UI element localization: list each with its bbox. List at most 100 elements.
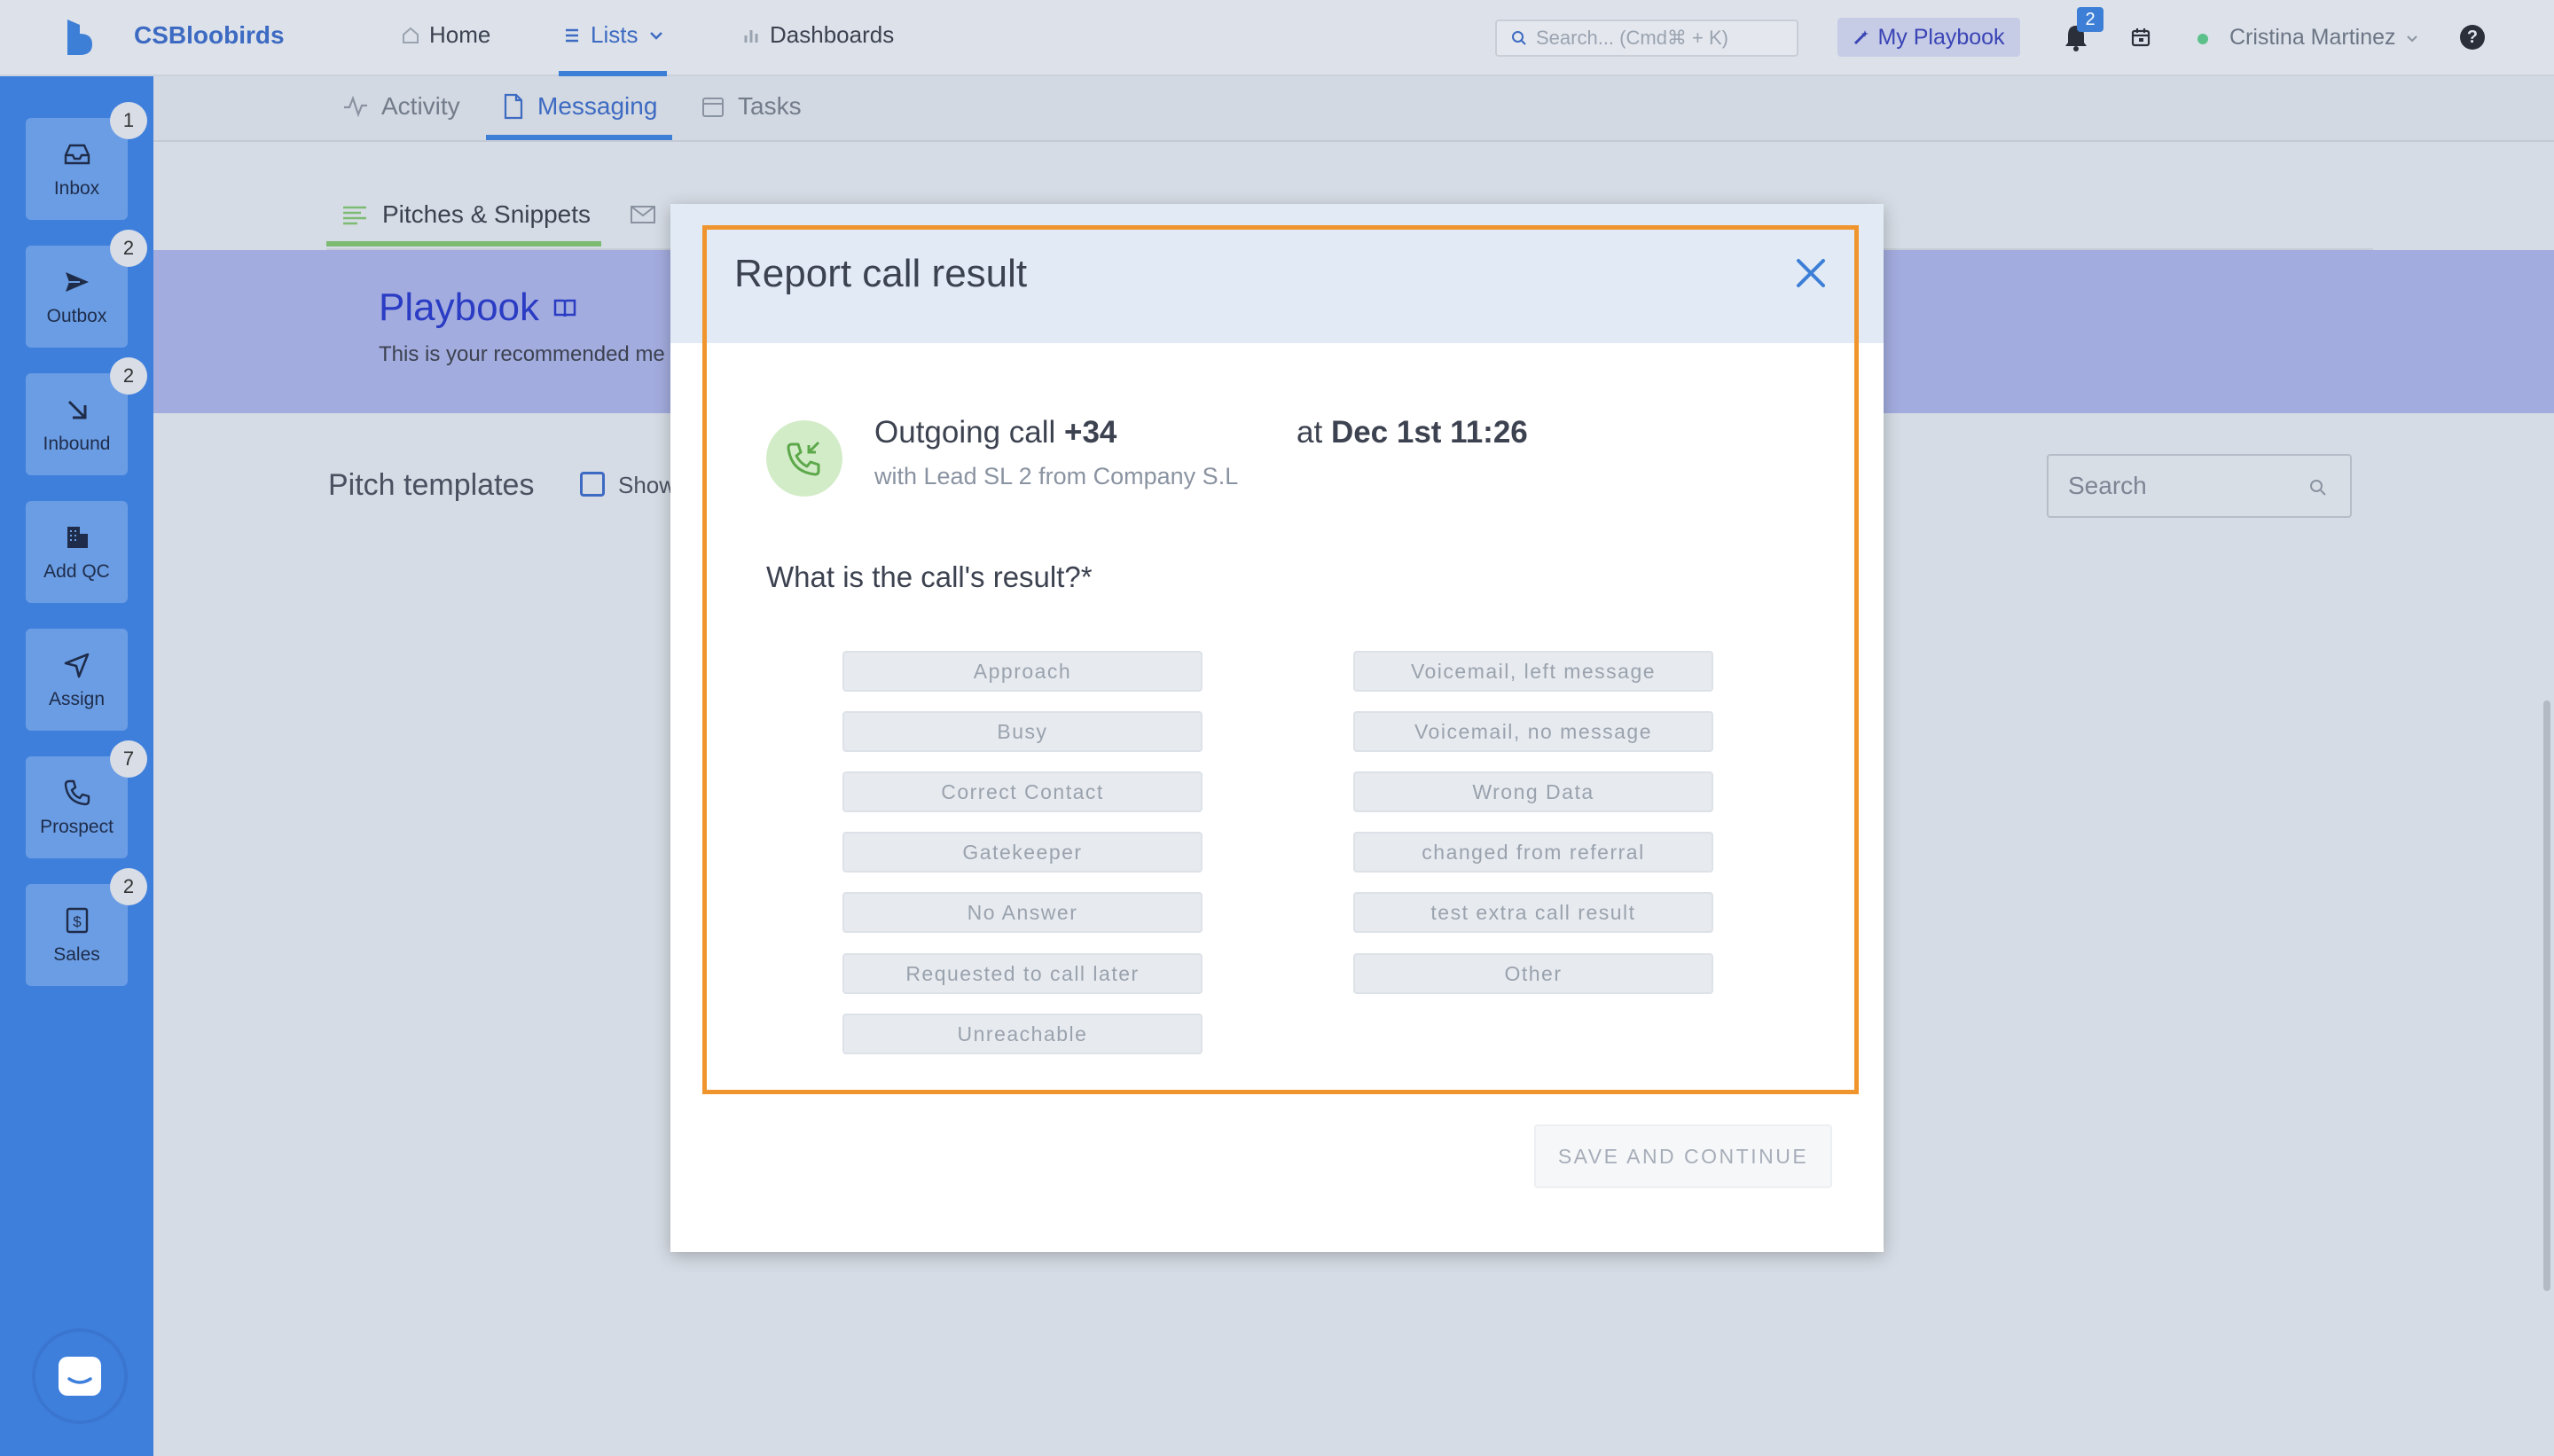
sidebar-item-inbox[interactable]: Inbox 1	[26, 102, 147, 220]
tab-messaging-label: Messaging	[537, 92, 658, 120]
sidebar-item-label: Sales	[53, 943, 100, 965]
chat-icon	[59, 1357, 101, 1396]
tab-pitches-snippets[interactable]: Pitches & Snippets	[341, 200, 591, 229]
sidebar-item-assign[interactable]: Assign	[26, 629, 128, 731]
result-gatekeeper-button[interactable]: Gatekeeper	[842, 832, 1203, 873]
sidebar-item-sales[interactable]: $ Sales 2	[26, 868, 147, 986]
page-scrollbar[interactable]	[2543, 701, 2550, 1291]
top-bar: CSBloobirds Home Lists Dashboards Search…	[0, 0, 2554, 76]
chat-launcher-button[interactable]	[32, 1328, 128, 1424]
call-number: +34	[1064, 415, 1117, 450]
help-icon[interactable]: ?	[2460, 25, 2485, 50]
result-other-button[interactable]: Other	[1353, 953, 1713, 994]
nav-dashboards[interactable]: Dashboards	[741, 21, 894, 49]
global-search-input[interactable]: Search... (Cmd⌘ + K)	[1495, 20, 1798, 57]
sidebar-badge: 2	[110, 357, 147, 395]
call-datetime: at Dec 1st 11:26	[1297, 415, 1528, 450]
sidebar-badge: 1	[110, 102, 147, 139]
nav-home[interactable]: Home	[401, 21, 490, 49]
playbook-title: Playbook	[379, 286, 576, 330]
incoming-call-icon	[766, 420, 842, 497]
calendar-icon[interactable]	[2130, 27, 2151, 48]
sidebar-badge: 2	[110, 230, 147, 267]
nav-lists-label: Lists	[591, 21, 638, 48]
bloobirds-logo-icon[interactable]	[62, 18, 98, 57]
arrow-down-right-icon	[67, 400, 86, 419]
bar-chart-icon	[744, 29, 758, 43]
search-icon	[2310, 480, 2326, 496]
dollar-icon: $	[66, 907, 88, 933]
tab-pitches-label: Pitches & Snippets	[382, 200, 591, 228]
global-search-placeholder: Search... (Cmd⌘ + K)	[1536, 27, 1729, 49]
tab-activity-label: Activity	[381, 92, 460, 120]
result-unreachable-button[interactable]: Unreachable	[842, 1014, 1203, 1054]
wand-icon	[1854, 30, 1869, 45]
sidebar-item-inbound[interactable]: Inbound 2	[26, 357, 147, 475]
svg-text:$: $	[73, 913, 82, 930]
sidebar-item-prospect[interactable]: Prospect 7	[26, 740, 147, 858]
tab-activity[interactable]: Activity	[342, 92, 460, 121]
home-icon	[403, 27, 419, 43]
brand-name[interactable]: CSBloobirds	[134, 21, 285, 50]
call-with-lead: with Lead SL 2 from Company S.L	[874, 463, 1239, 489]
call-at: at	[1297, 415, 1323, 450]
list-icon	[566, 28, 578, 42]
pitch-search-input[interactable]: Search	[2047, 454, 2352, 518]
result-call-later-button[interactable]: Requested to call later	[842, 953, 1203, 994]
mail-icon[interactable]	[630, 204, 656, 225]
result-voicemail-none-button[interactable]: Voicemail, no message	[1353, 711, 1713, 752]
pitch-search-placeholder: Search	[2068, 472, 2147, 499]
phone-icon	[64, 779, 90, 805]
tab-pitches-underline	[326, 241, 601, 247]
result-busy-button[interactable]: Busy	[842, 711, 1203, 752]
sidebar-item-label: Prospect	[40, 816, 114, 837]
calendar-icon	[702, 98, 724, 117]
result-wrong-data-button[interactable]: Wrong Data	[1353, 771, 1713, 812]
modal-title: Report call result	[734, 252, 1028, 295]
playbook-title-text: Playbook	[379, 286, 540, 329]
playbook-subtitle: This is your recommended me	[379, 342, 665, 366]
sidebar-item-label: Assign	[48, 688, 106, 709]
nav-home-label: Home	[429, 21, 491, 48]
result-changed-referral-button[interactable]: changed from referral	[1353, 832, 1713, 873]
nav-lists[interactable]: Lists	[562, 21, 666, 49]
user-menu[interactable]: Cristina Martinez	[2229, 25, 2419, 51]
tab-messaging[interactable]: Messaging	[502, 92, 657, 121]
chevron-down-icon	[650, 31, 663, 40]
tab-tasks[interactable]: Tasks	[701, 92, 802, 121]
chevron-down-icon	[2406, 35, 2417, 42]
result-correct-contact-button[interactable]: Correct Contact	[842, 771, 1203, 812]
sidebar-item-outbox[interactable]: Outbox 2	[26, 230, 147, 348]
tab-tasks-label: Tasks	[738, 92, 802, 120]
sidebar-item-add-qc[interactable]: Add QC	[26, 501, 128, 603]
tab-messaging-underline	[486, 135, 672, 140]
close-icon[interactable]	[1791, 254, 1830, 293]
sidebar-badge: 2	[110, 868, 147, 905]
pitch-templates-title: Pitch templates	[328, 468, 535, 502]
activity-icon	[344, 95, 367, 118]
document-icon	[504, 93, 523, 120]
call-direction: Outgoing call +34	[874, 415, 1116, 450]
call-date-value: Dec 1st 11:26	[1330, 415, 1528, 450]
show-checkbox-label: Show	[618, 472, 677, 498]
result-approach-button[interactable]: Approach	[842, 651, 1203, 692]
result-voicemail-left-button[interactable]: Voicemail, left message	[1353, 651, 1713, 692]
my-playbook-button[interactable]: My Playbook	[1837, 18, 2020, 57]
notification-badge: 2	[2077, 7, 2104, 32]
sidebar: Inbox 1 Outbox 2 Inbound 2 Add QC Assign…	[0, 76, 153, 1456]
my-playbook-label: My Playbook	[1877, 24, 2005, 50]
building-icon	[67, 526, 88, 548]
search-icon	[1512, 31, 1526, 45]
inbox-icon	[64, 144, 90, 164]
sidebar-badge: 7	[110, 740, 147, 778]
show-checkbox[interactable]	[580, 472, 605, 497]
phone-incoming-icon	[787, 441, 820, 476]
call-result-question: What is the call's result?*	[766, 560, 1093, 593]
sidebar-item-label: Outbox	[46, 305, 107, 326]
result-test-extra-button[interactable]: test extra call result	[1353, 892, 1713, 933]
send-icon	[65, 271, 89, 292]
result-no-answer-button[interactable]: No Answer	[842, 892, 1203, 933]
save-and-continue-button[interactable]: SAVE AND CONTINUE	[1534, 1124, 1832, 1188]
sidebar-item-label: Inbox	[53, 177, 100, 199]
online-status-dot	[2198, 34, 2208, 44]
